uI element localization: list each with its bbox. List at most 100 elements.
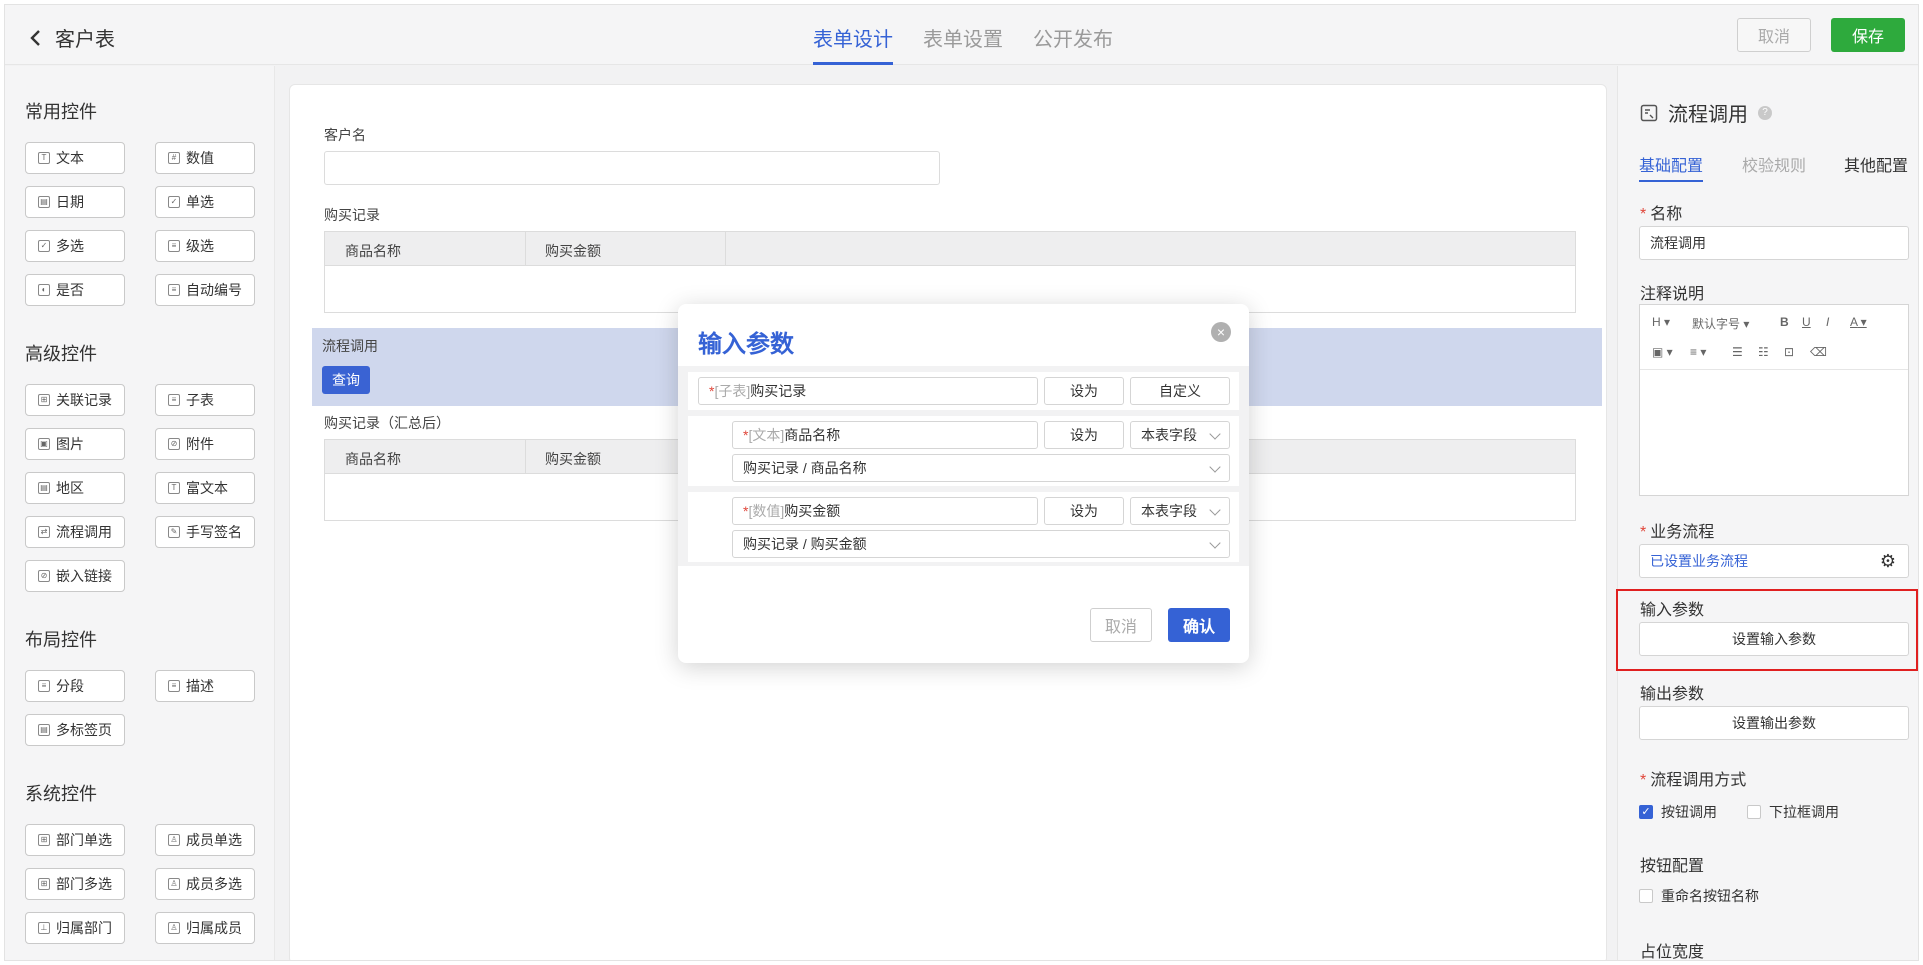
- tab-form-design[interactable]: 表单设计: [813, 5, 893, 65]
- font-size-select[interactable]: 默认字号 ▾: [1692, 315, 1749, 332]
- text-icon: T: [168, 482, 180, 494]
- group-title-system: 系统控件: [25, 784, 97, 804]
- group-title-common: 常用控件: [25, 102, 97, 122]
- control-owner-dept[interactable]: ⊥ 归属部门: [25, 912, 125, 944]
- underline-button[interactable]: U: [1802, 315, 1811, 329]
- field-path-select[interactable]: 购买记录 / 购买金额: [732, 530, 1230, 558]
- font-color-button[interactable]: A ▾: [1850, 315, 1867, 329]
- customer-name-input[interactable]: [324, 151, 940, 185]
- param-row-product-name: * [文本] 商品名称 设为 本表字段 购买记录 / 商品名称: [688, 416, 1239, 486]
- eraser-icon[interactable]: ⌫: [1810, 345, 1827, 359]
- source-select[interactable]: 本表字段: [1130, 497, 1230, 525]
- tab-basic-config[interactable]: 基础配置: [1639, 152, 1704, 182]
- controls-panel: 常用控件 T 文本 # 数值 ▤ 日期 ✓ 单选 ✓ 多选 ≡ 级选 ◐ 是否 ≡ 自动编号 高…: [5, 66, 275, 960]
- dialog-confirm-button[interactable]: 确认: [1168, 608, 1230, 642]
- control-number[interactable]: # 数值: [155, 142, 255, 174]
- dialog-cancel-button[interactable]: 取消: [1090, 608, 1152, 642]
- close-icon[interactable]: ×: [1211, 322, 1231, 342]
- control-attachment[interactable]: ⊘ 附件: [155, 428, 255, 460]
- background-color-icon[interactable]: ▣ ▾: [1652, 345, 1673, 359]
- rename-button-checkbox[interactable]: 重命名按钮名称: [1639, 886, 1759, 906]
- tab-form-settings[interactable]: 表单设置: [923, 5, 1003, 65]
- control-cascade[interactable]: ≡ 级选: [155, 230, 255, 262]
- set-as-button[interactable]: 设为: [1044, 421, 1124, 449]
- department-icon: ⊞: [38, 878, 50, 890]
- set-as-button[interactable]: 设为: [1044, 377, 1124, 405]
- bold-button[interactable]: B: [1780, 315, 1789, 329]
- control-owner-member[interactable]: ♙ 归属成员: [155, 912, 255, 944]
- back-button[interactable]: 客户表: [27, 23, 115, 52]
- control-radio[interactable]: ✓ 单选: [155, 186, 255, 218]
- bullet-list-icon[interactable]: ☷: [1758, 345, 1769, 359]
- column-header: 商品名称: [345, 451, 401, 467]
- control-section[interactable]: ≡ 分段: [25, 670, 125, 702]
- dropdown-call-checkbox[interactable]: 下拉框调用: [1747, 802, 1839, 822]
- set-output-params-button[interactable]: 设置输出参数: [1639, 706, 1909, 740]
- control-process-call[interactable]: ⇄ 流程调用: [25, 516, 125, 548]
- control-signature[interactable]: ✎ 手写签名: [155, 516, 255, 548]
- control-member-multi[interactable]: ♙ 成员多选: [155, 868, 255, 900]
- source-select[interactable]: 本表字段: [1130, 421, 1230, 449]
- output-param-label: 输出参数: [1640, 686, 1705, 703]
- table-icon: ≡: [168, 394, 180, 406]
- control-yes-no[interactable]: ◐ 是否: [25, 274, 125, 306]
- chevron-down-icon: [1209, 537, 1221, 549]
- column-divider: [525, 232, 526, 266]
- ordered-list-icon[interactable]: ☰: [1732, 345, 1743, 359]
- control-linked-record[interactable]: ⊞ 关联记录: [25, 384, 125, 416]
- control-description[interactable]: ≡ 描述: [155, 670, 255, 702]
- top-bar: 客户表 表单设计 表单设置 公开发布 取消 保存: [5, 5, 1918, 65]
- group-title-advanced: 高级控件: [25, 344, 97, 364]
- control-image[interactable]: ▣ 图片: [25, 428, 125, 460]
- help-icon[interactable]: ?: [1758, 105, 1772, 120]
- italic-button[interactable]: I: [1826, 315, 1829, 329]
- chevron-down-icon: [1209, 461, 1221, 473]
- business-process-field[interactable]: 已设置业务流程 ⚙: [1639, 544, 1909, 578]
- gear-icon[interactable]: ⚙: [1880, 551, 1896, 572]
- required-marker: *: [1640, 206, 1647, 223]
- input-param-highlight: [1616, 589, 1918, 671]
- checkbox-icon: ✓: [38, 240, 50, 252]
- user-icon: ♙: [168, 878, 180, 890]
- purchase-subtable[interactable]: 商品名称 购买金额: [324, 231, 1576, 313]
- paperclip-icon: ⊘: [168, 438, 180, 450]
- input-params-dialog: 输入参数 × * [子表] 购买记录 设为 自定义 * [文本] 商品名称 设为 本表字…: [678, 304, 1249, 663]
- control-auto-number[interactable]: ≡ 自动编号: [155, 274, 255, 306]
- heading-button[interactable]: H ▾: [1652, 315, 1670, 329]
- description-icon: ≡: [168, 680, 180, 692]
- properties-panel: 流程调用 ? 基础配置 校验规则 其他配置 * 名称 流程调用 注释说明 H ▾ …: [1617, 66, 1918, 960]
- field-label-summary: 购买记录（汇总后）: [324, 415, 450, 431]
- control-subtable[interactable]: ≡ 子表: [155, 384, 255, 416]
- query-button[interactable]: 查询: [322, 366, 370, 394]
- link-icon: ⊘: [38, 570, 50, 582]
- user-icon: ♙: [168, 834, 180, 846]
- control-member-single[interactable]: ♙ 成员单选: [155, 824, 255, 856]
- control-text[interactable]: T 文本: [25, 142, 125, 174]
- param-name-field: * [数值] 购买金额: [732, 497, 1038, 525]
- cancel-button[interactable]: 取消: [1737, 18, 1811, 52]
- insert-image-icon[interactable]: ⊡: [1784, 345, 1794, 359]
- align-icon[interactable]: ≡ ▾: [1690, 345, 1706, 359]
- control-region[interactable]: ▤ 地区: [25, 472, 125, 504]
- name-input[interactable]: 流程调用: [1639, 226, 1909, 260]
- user-icon: ♙: [168, 922, 180, 934]
- custom-button[interactable]: 自定义: [1130, 377, 1230, 405]
- list-icon: ≡: [168, 240, 180, 252]
- tab-publish[interactable]: 公开发布: [1033, 5, 1113, 65]
- control-embed-link[interactable]: ⊘ 嵌入链接: [25, 560, 125, 592]
- control-dept-single[interactable]: ⊞ 部门单选: [25, 824, 125, 856]
- control-date[interactable]: ▤ 日期: [25, 186, 125, 218]
- control-multi-tabs[interactable]: ▤ 多标签页: [25, 714, 125, 746]
- field-label-purchase: 购买记录: [324, 207, 380, 223]
- tab-other-config[interactable]: 其他配置: [1844, 152, 1908, 176]
- rich-text-editor[interactable]: H ▾ 默认字号 ▾ B U I A ▾ ▣ ▾ ≡ ▾ ☰ ☷ ⊡ ⌫: [1639, 304, 1909, 496]
- tab-validation-rules[interactable]: 校验规则: [1742, 152, 1806, 176]
- save-button[interactable]: 保存: [1831, 18, 1905, 52]
- field-path-select[interactable]: 购买记录 / 商品名称: [732, 454, 1230, 482]
- button-call-checkbox[interactable]: ✓ 按钮调用: [1639, 802, 1717, 822]
- control-rich-text[interactable]: T 富文本: [155, 472, 255, 504]
- control-multi[interactable]: ✓ 多选: [25, 230, 125, 262]
- set-as-button[interactable]: 设为: [1044, 497, 1124, 525]
- required-marker: *: [1640, 772, 1647, 789]
- control-dept-multi[interactable]: ⊞ 部门多选: [25, 868, 125, 900]
